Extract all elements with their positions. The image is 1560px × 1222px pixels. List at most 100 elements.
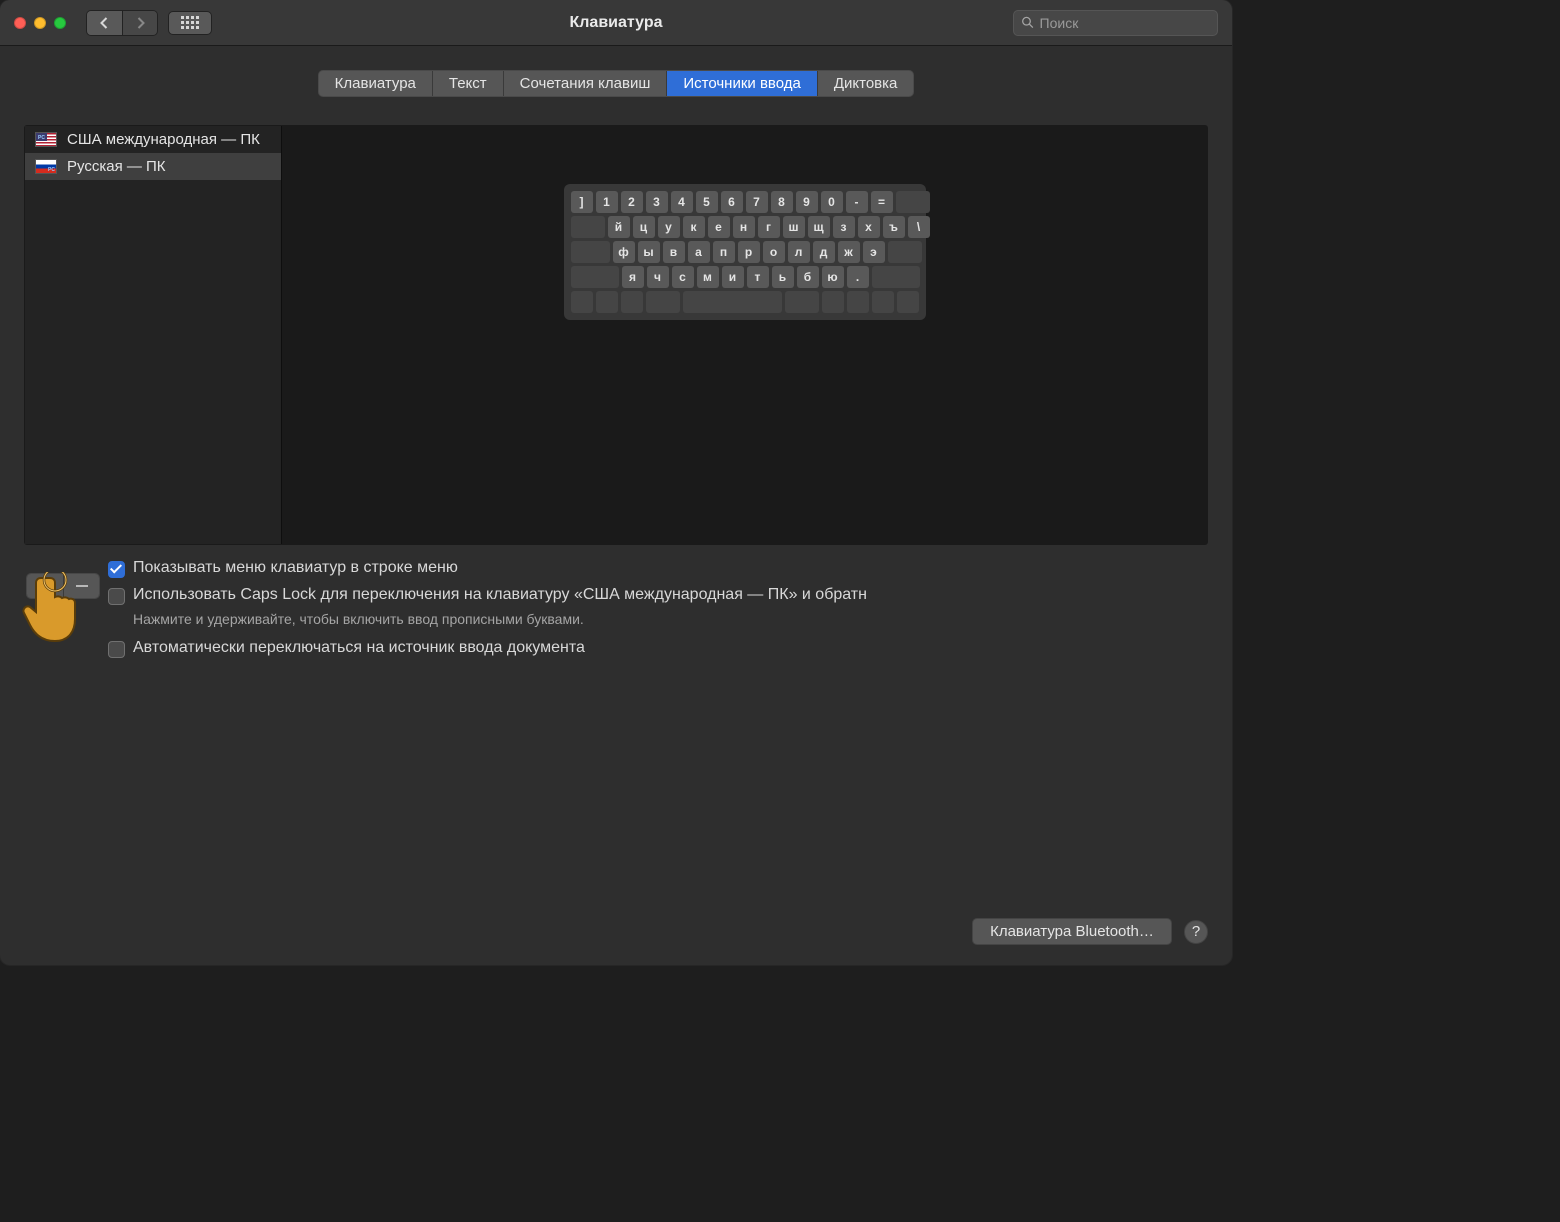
key: 9	[796, 191, 818, 213]
nav-buttons	[86, 10, 158, 36]
key-fn	[571, 291, 593, 313]
forward-button[interactable]	[122, 11, 157, 35]
source-item-ru[interactable]: Русская — ПК	[25, 153, 281, 180]
checkbox-caps-switch[interactable]	[108, 588, 125, 605]
key: к	[683, 216, 705, 238]
key: щ	[808, 216, 830, 238]
key: ф	[613, 241, 635, 263]
search-icon	[1021, 15, 1035, 30]
preferences-window: Клавиатура Клавиатура Текст Сочетания кл…	[0, 0, 1232, 965]
key: 0	[821, 191, 843, 213]
key: 7	[746, 191, 768, 213]
tab-keyboard[interactable]: Клавиатура	[319, 71, 432, 96]
key: з	[833, 216, 855, 238]
key: ш	[783, 216, 805, 238]
flag-us-icon	[35, 132, 57, 147]
label-caps-switch: Использовать Caps Lock для переключения …	[133, 586, 867, 604]
key: а	[688, 241, 710, 263]
key-shift-right	[872, 266, 920, 288]
hint-caps-lock: Нажмите и удерживайте, чтобы включить вв…	[108, 611, 867, 627]
search-field[interactable]	[1013, 10, 1218, 36]
key-capslock	[571, 241, 610, 263]
key: д	[813, 241, 835, 263]
show-all-button[interactable]	[168, 11, 212, 35]
key: .	[847, 266, 869, 288]
key: 2	[621, 191, 643, 213]
key: у	[658, 216, 680, 238]
input-sources-panel: США международная — ПК Русская — ПК ] 1 …	[24, 125, 1208, 545]
key: 3	[646, 191, 668, 213]
key: ь	[772, 266, 794, 288]
key: ж	[838, 241, 860, 263]
key: 6	[721, 191, 743, 213]
key: с	[672, 266, 694, 288]
search-input[interactable]	[1040, 15, 1210, 31]
key: ы	[638, 241, 660, 263]
key-tab	[571, 216, 605, 238]
checkbox-auto-switch[interactable]	[108, 641, 125, 658]
tab-text[interactable]: Текст	[432, 71, 503, 96]
window-controls	[14, 17, 66, 29]
toolbar	[86, 10, 212, 36]
key: ц	[633, 216, 655, 238]
key: и	[722, 266, 744, 288]
tab-bar: Клавиатура Текст Сочетания клавиш Источн…	[318, 70, 915, 97]
zoom-window[interactable]	[54, 17, 66, 29]
tab-dictation[interactable]: Диктовка	[817, 71, 914, 96]
bluetooth-keyboard-button[interactable]: Клавиатура Bluetooth…	[972, 918, 1172, 945]
key-opt-left	[621, 291, 643, 313]
key: ч	[647, 266, 669, 288]
source-label: США международная — ПК	[67, 131, 260, 148]
key: г	[758, 216, 780, 238]
tab-shortcuts[interactable]: Сочетания клавиш	[503, 71, 667, 96]
key: =	[871, 191, 893, 213]
key-arrows	[847, 291, 869, 313]
key-backspace	[896, 191, 930, 213]
key: е	[708, 216, 730, 238]
key-cmd-left	[646, 291, 680, 313]
key-opt-right	[822, 291, 844, 313]
chevron-right-icon	[135, 16, 146, 30]
key-ctrl	[596, 291, 618, 313]
tab-input-sources[interactable]: Источники ввода	[666, 71, 816, 96]
key: р	[738, 241, 760, 263]
key-arrows	[872, 291, 894, 313]
titlebar: Клавиатура	[0, 0, 1232, 46]
flag-ru-icon	[35, 159, 57, 174]
close-window[interactable]	[14, 17, 26, 29]
instructional-pointer-icon	[22, 572, 80, 650]
back-button[interactable]	[87, 11, 122, 35]
key: 8	[771, 191, 793, 213]
label-auto-switch: Автоматически переключаться на источник …	[133, 639, 585, 657]
key: 5	[696, 191, 718, 213]
key: в	[663, 241, 685, 263]
key: м	[697, 266, 719, 288]
grid-icon	[181, 16, 199, 29]
key: т	[747, 266, 769, 288]
minimize-window[interactable]	[34, 17, 46, 29]
key: п	[713, 241, 735, 263]
source-list[interactable]: США международная — ПК Русская — ПК	[25, 126, 282, 544]
key: 1	[596, 191, 618, 213]
key: н	[733, 216, 755, 238]
label-show-menu: Показывать меню клавиатур в строке меню	[133, 559, 458, 577]
key: э	[863, 241, 885, 263]
keyboard: ] 1 2 3 4 5 6 7 8 9 0 - =	[564, 184, 926, 320]
key: -	[846, 191, 868, 213]
key: о	[763, 241, 785, 263]
key-space	[683, 291, 782, 313]
key: л	[788, 241, 810, 263]
key: б	[797, 266, 819, 288]
key: ]	[571, 191, 593, 213]
help-button[interactable]: ?	[1184, 920, 1208, 944]
key: х	[858, 216, 880, 238]
source-item-us[interactable]: США международная — ПК	[25, 126, 281, 153]
key-cmd-right	[785, 291, 819, 313]
key: я	[622, 266, 644, 288]
source-label: Русская — ПК	[67, 158, 166, 175]
keyboard-preview: ] 1 2 3 4 5 6 7 8 9 0 - =	[282, 126, 1207, 544]
key: ю	[822, 266, 844, 288]
checkbox-show-menu[interactable]	[108, 561, 125, 578]
key-shift-left	[571, 266, 619, 288]
key: \	[908, 216, 930, 238]
